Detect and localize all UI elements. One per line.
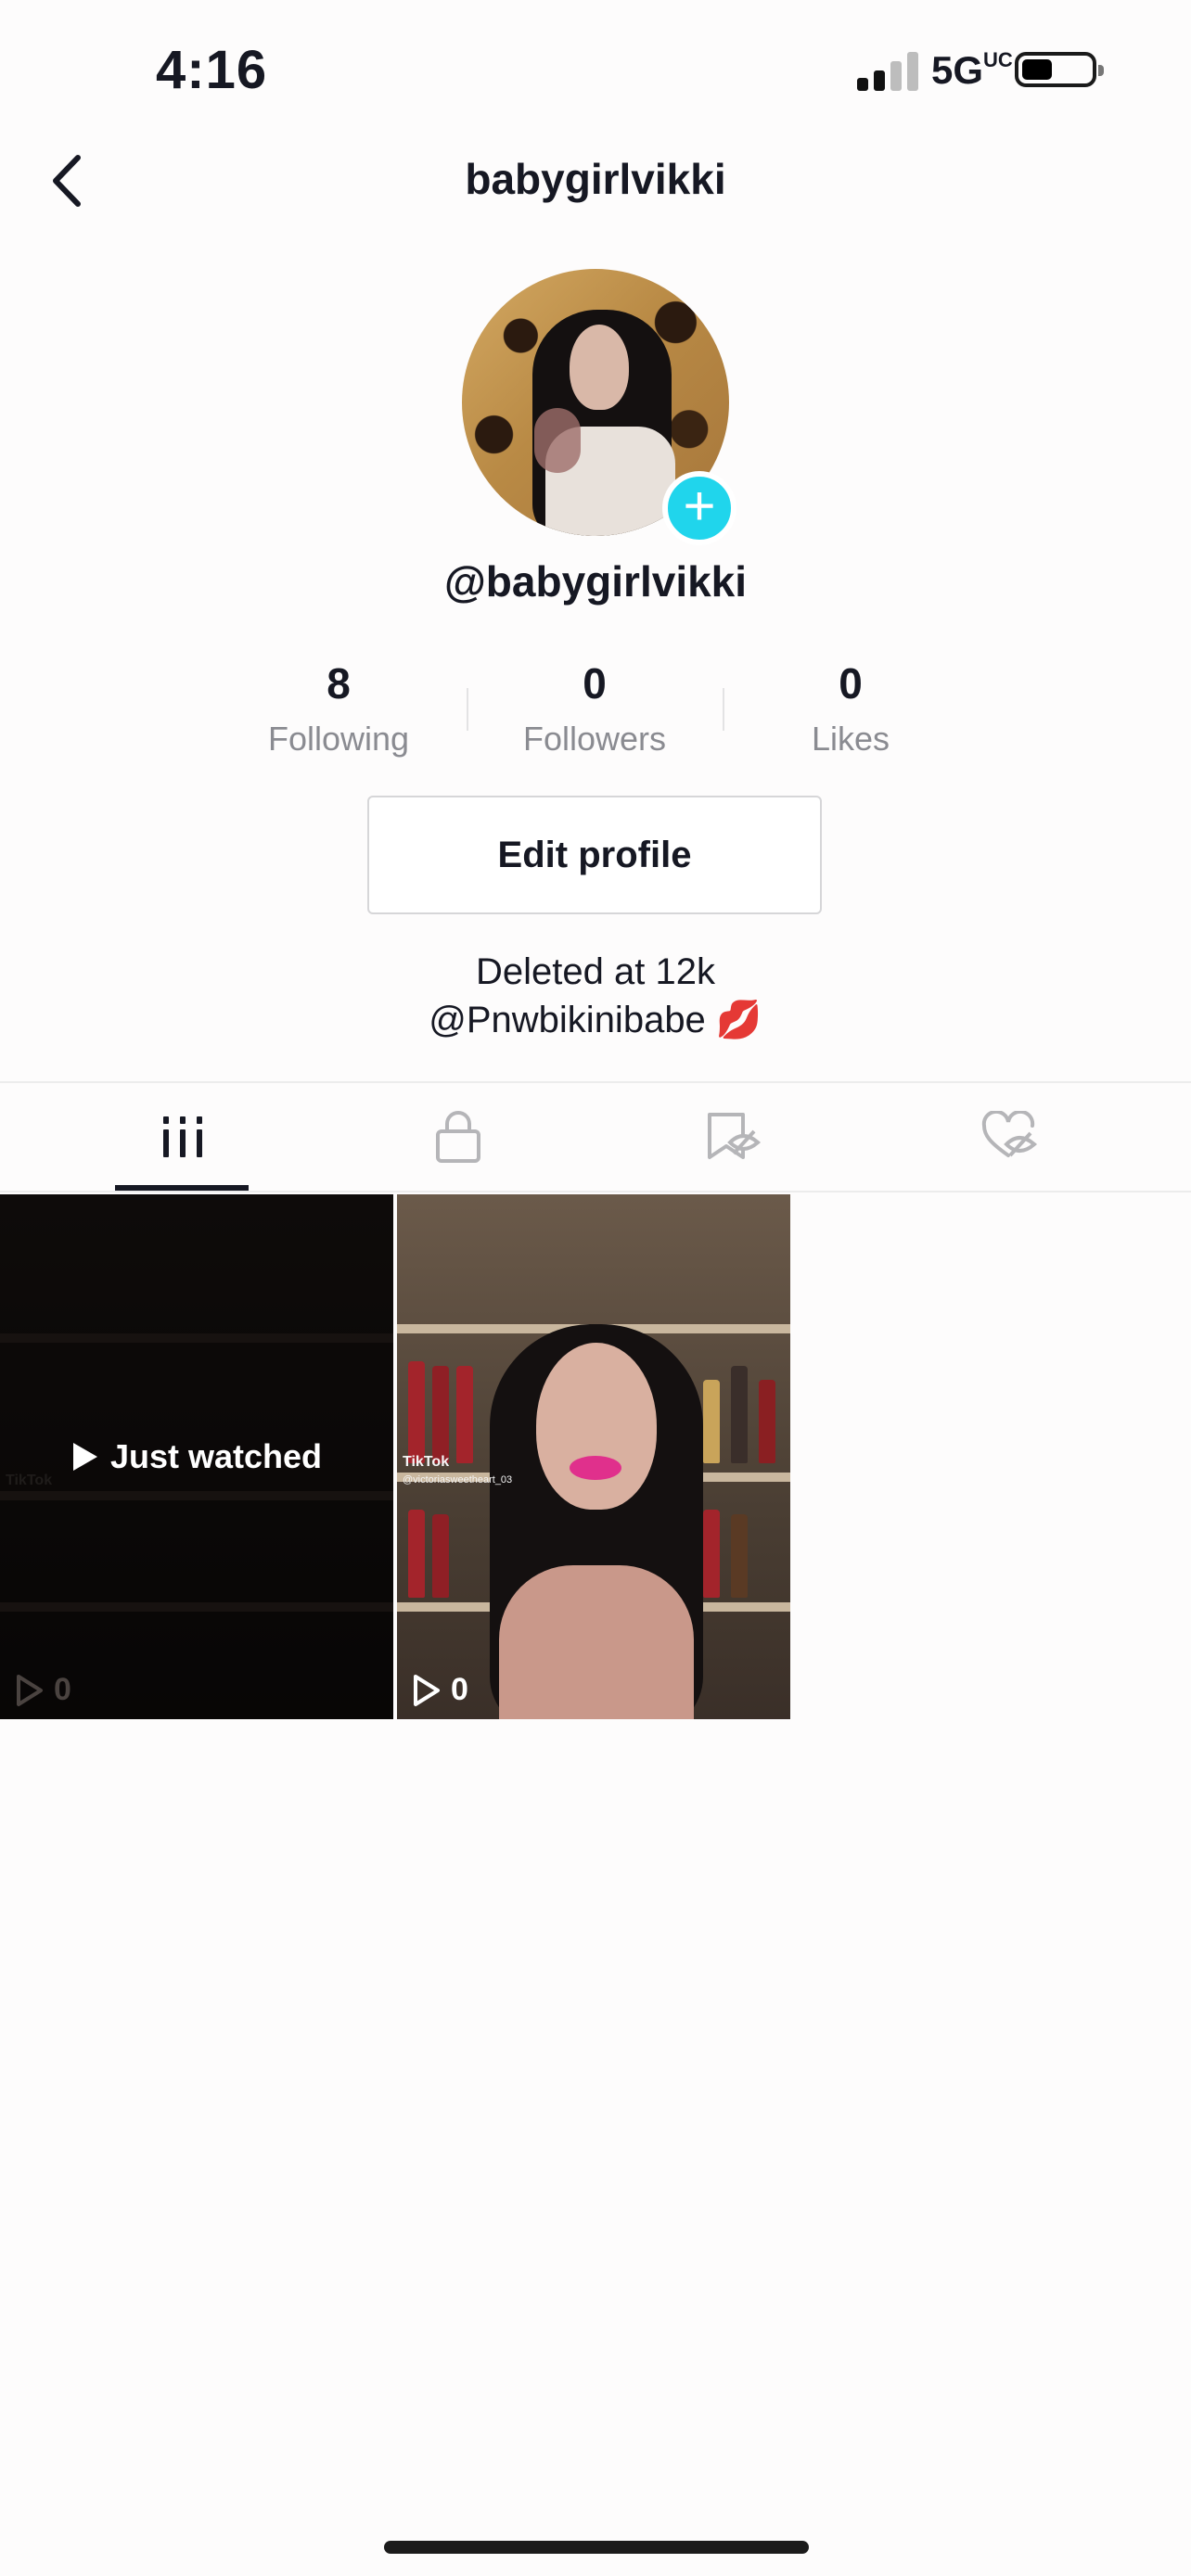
plus-icon: + — [683, 475, 716, 537]
stat-likes[interactable]: 0 Likes — [739, 658, 962, 759]
edit-profile-button[interactable]: Edit profile — [367, 796, 822, 914]
play-outline-icon — [17, 1674, 43, 1706]
tab-videos[interactable] — [33, 1083, 331, 1191]
stat-label: Followers — [522, 720, 667, 758]
bio-line-2: @Pnwbikinibabe 💋 — [429, 1000, 762, 1040]
tab-liked[interactable] — [860, 1083, 1158, 1191]
add-avatar-button[interactable]: + — [662, 471, 736, 545]
stat-label: Following — [267, 720, 410, 758]
grid-icon — [162, 1116, 202, 1157]
just-watched-text: Just watched — [109, 1437, 323, 1475]
network-type: 5GUC — [931, 48, 1013, 93]
stat-label: Likes — [811, 720, 890, 758]
bio-line-1: Deleted at 12k — [476, 951, 715, 992]
page-title: babygirlvikki — [465, 155, 726, 203]
play-count: 0 — [15, 1672, 71, 1708]
watermark-username: @victoriasweetheart_03 — [403, 1474, 513, 1486]
status-time: 4:16 — [156, 40, 268, 100]
play-outline-icon — [414, 1674, 440, 1706]
tiktok-watermark: TikTok — [403, 1454, 450, 1470]
play-icon — [72, 1443, 97, 1471]
profile-handle: @babygirlvikki — [443, 557, 748, 606]
stat-value: 0 — [583, 659, 607, 708]
hidden-bookmark-icon — [707, 1113, 761, 1159]
tab-private[interactable] — [309, 1083, 607, 1191]
cellular-signal-icon — [857, 52, 918, 91]
network-label: 5G — [931, 48, 984, 92]
stat-value: 8 — [327, 659, 351, 708]
play-count: 0 — [412, 1672, 468, 1708]
stat-value: 0 — [839, 659, 863, 708]
stat-followers[interactable]: 0 Followers — [483, 658, 706, 759]
tab-favorites[interactable] — [584, 1083, 882, 1191]
just-watched-label: Just watched — [0, 1437, 393, 1476]
video-thumbnail[interactable]: TikTok Just watched 0 — [0, 1194, 393, 1719]
stat-divider — [723, 688, 724, 731]
lock-icon — [435, 1111, 480, 1163]
hidden-heart-icon — [981, 1111, 1037, 1157]
tabs-divider — [0, 1191, 1191, 1192]
play-count-value: 0 — [54, 1672, 71, 1707]
home-indicator — [384, 2541, 809, 2554]
video-thumbnail[interactable]: TikTok @victoriasweetheart_03 0 — [397, 1194, 790, 1719]
play-count-value: 0 — [451, 1672, 468, 1707]
stat-following[interactable]: 8 Following — [227, 658, 450, 759]
network-suffix: UC — [983, 48, 1013, 71]
stat-divider — [467, 688, 468, 731]
battery-icon — [1015, 52, 1104, 87]
